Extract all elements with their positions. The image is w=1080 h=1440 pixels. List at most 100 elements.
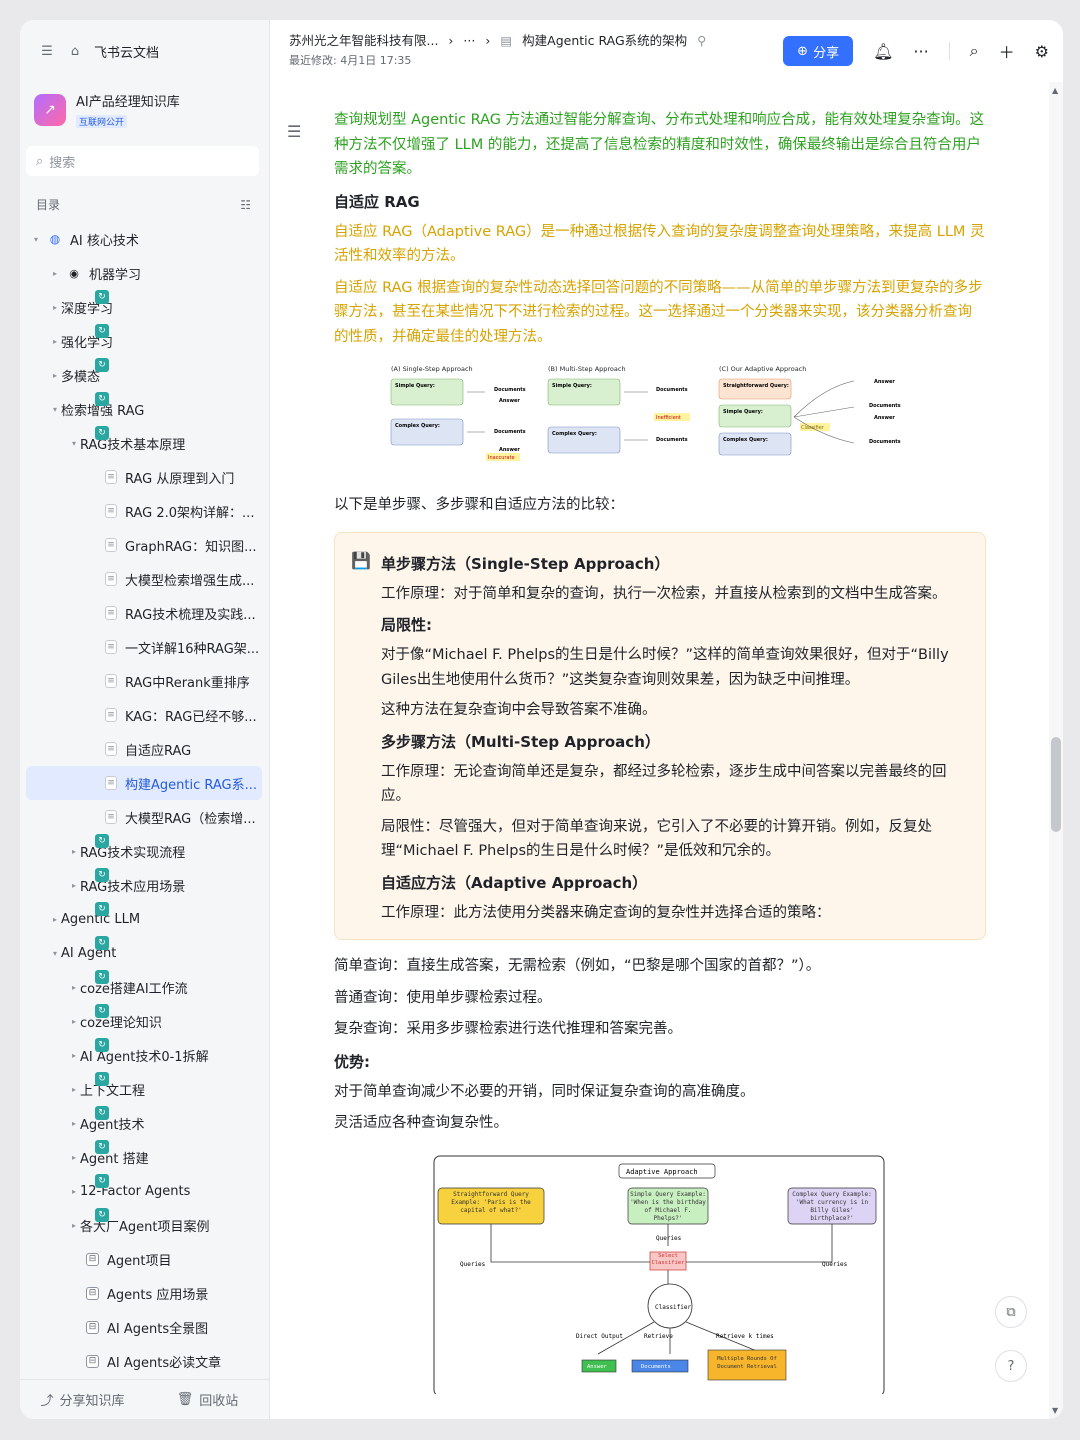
sidebar-item[interactable]: ▸ ↻ 12-Factor Agents [26, 1174, 262, 1208]
sidebar-item[interactable]: ≡ 自适应RAG [26, 732, 262, 766]
chevron-right-icon[interactable]: ▸ [49, 337, 61, 346]
sidebar-item[interactable]: ▸ ◉ 机器学习 [26, 256, 262, 290]
chevron-right-icon[interactable]: ▸ [68, 983, 80, 992]
sidebar-item[interactable]: ▾ ◍ AI 核心技术 [26, 222, 262, 256]
fig1-a-docs2: Documents [494, 429, 526, 435]
chevron-right-icon[interactable]: ▸ [68, 1221, 80, 1230]
sidebar-item[interactable]: ▸ ↻ coze搭建AI工作流 [26, 970, 262, 1004]
sidebar-item[interactable]: ▾ ↻ 检索增强 RAG [26, 392, 262, 426]
chevron-right-icon[interactable]: ▸ [49, 269, 61, 278]
document-content: ☰ 查询规划型 Agentic RAG 方法通过智能分解查询、分布式处理和响应合… [271, 82, 1049, 1419]
chevron-down-icon[interactable]: ▾ [49, 949, 61, 958]
chevron-right-icon: › [448, 33, 454, 48]
outline-icon[interactable]: ☰ [287, 122, 301, 141]
scrollbar-thumb[interactable] [1051, 737, 1061, 832]
comment-icon[interactable]: ⧉ [995, 1296, 1027, 1328]
kb-tag: 互联网公开 [76, 115, 128, 128]
breadcrumb-ellipsis[interactable]: ··· [463, 31, 475, 51]
page-icon: ≡ [105, 776, 117, 790]
page-icon: ≡ [105, 572, 117, 586]
sidebar-item[interactable]: ▾ ↻ AI Agent [26, 936, 262, 970]
sidebar-item[interactable]: ≡ RAG中Rerank重排序 [26, 664, 262, 698]
sidebar-item[interactable]: ▸ ↻ 各大厂Agent项目案例 [26, 1208, 262, 1242]
sidebar-item[interactable]: ≡ 大模型检索增强生成... [26, 562, 262, 596]
doc-title[interactable]: 构建Agentic RAG系统的架构 [522, 31, 687, 51]
fig1-a-docs1: Documents [494, 387, 526, 393]
chevron-right-icon[interactable]: ▸ [68, 847, 80, 856]
chevron-right-icon[interactable]: ▸ [68, 1017, 80, 1026]
gear-icon[interactable]: ⚙ [1035, 42, 1049, 61]
sidebar-item-label: AI 核心技术 [70, 233, 139, 249]
help-icon[interactable]: ? [995, 1350, 1027, 1382]
collapse-sidebar-icon[interactable]: ☰ [38, 42, 56, 60]
sidebar-item-label: 上下文工程 [80, 1083, 146, 1099]
plus-icon[interactable]: ＋ [999, 39, 1015, 63]
sidebar-item[interactable]: ▾ ↻ RAG技术基本原理 [26, 426, 262, 460]
chevron-down-icon[interactable]: ▾ [68, 439, 80, 448]
fig1-c-complex: Complex Query: [723, 437, 768, 443]
chevron-right-icon[interactable]: ▸ [49, 915, 61, 924]
fig1-a-ans2: Answer [499, 447, 520, 453]
heading-adaptive-rag: 自适应 RAG [334, 192, 420, 211]
sidebar-item[interactable]: ≡ 大模型RAG（检索增... [26, 800, 262, 834]
chevron-right-icon[interactable]: ▸ [68, 1187, 80, 1196]
callout-text: 局限性：尽管强大，但对于简单查询来说，它引入了不必要的计算开销。例如，反复处理“… [381, 818, 932, 860]
sidebar-item[interactable]: ▸ ↻ AI Agent技术0-1拆解 [26, 1038, 262, 1072]
sidebar-item[interactable]: ▸ ↻ coze理论知识 [26, 1004, 262, 1038]
sidebar-item[interactable]: ⊟ Agent项目 [26, 1242, 262, 1276]
fig1-c-simple: Simple Query: [723, 409, 763, 415]
chevron-right-icon[interactable]: ▸ [49, 303, 61, 312]
scroll-down-icon[interactable]: ▼ [1052, 1406, 1058, 1415]
sidebar-item[interactable]: ≡ 构建Agentic RAG系... [26, 766, 262, 800]
fig1-c-straight: Straightforward Query: [723, 383, 789, 389]
fig1-c-docs2: Documents [869, 439, 901, 445]
fig1-c-ans: Answer [874, 379, 895, 385]
search-icon[interactable]: ⌕ [970, 41, 979, 61]
share-kb-button[interactable]: ⤴ 分享知识库 [20, 1390, 145, 1409]
sidebar-item-label: 自适应RAG [125, 743, 192, 759]
chevron-right-icon[interactable]: ▸ [68, 1119, 80, 1128]
sidebar-item[interactable]: ▸ ↻ RAG技术应用场景 [26, 868, 262, 902]
sidebar-item[interactable]: ≡ KAG：RAG已经不够... [26, 698, 262, 732]
sidebar-item[interactable]: ▸ ↻ 上下文工程 [26, 1072, 262, 1106]
trash-icon: 🗑 [176, 1392, 194, 1407]
sidebar-item[interactable]: ▸ ↻ Agentic LLM [26, 902, 262, 936]
sidebar-item[interactable]: ≡ RAG技术梳理及实践... [26, 596, 262, 630]
sidebar-item[interactable]: ≡ 一文详解16种RAG架... [26, 630, 262, 664]
sidebar-item[interactable]: ⊟ Agents 应用场景 [26, 1276, 262, 1310]
chevron-down-icon[interactable]: ▾ [30, 235, 42, 244]
scrollbar[interactable]: ▲ ▼ [1049, 82, 1063, 1419]
sidebar-item[interactable]: ⊟ AI Agents全景图 [26, 1310, 262, 1344]
chevron-right-icon[interactable]: ▸ [68, 1085, 80, 1094]
chevron-right-icon[interactable]: ▸ [68, 1051, 80, 1060]
bell-icon[interactable]: 🔔︎ [873, 42, 893, 61]
knowledge-base-header[interactable]: ↗ AI产品经理知识库 互联网公开 [20, 82, 269, 132]
chevron-down-icon[interactable]: ▾ [49, 405, 61, 414]
sidebar-item[interactable]: ▸ ↻ Agent技术 [26, 1106, 262, 1140]
doc-icon: ↻ [95, 1106, 109, 1120]
share-button[interactable]: ⊕ 分享 [783, 36, 854, 66]
breadcrumb-org[interactable]: 苏州光之年智能科技有限... [289, 31, 438, 51]
sidebar-item[interactable]: ≡ GraphRAG：知识图... [26, 528, 262, 562]
sidebar-item[interactable]: ▸ ↻ 强化学习 [26, 324, 262, 358]
sidebar-item[interactable]: ≡ RAG 2.0架构详解：... [26, 494, 262, 528]
figure-adaptive-approach: Adaptive Approach Straightforward Query … [334, 1154, 986, 1398]
sidebar-item[interactable]: ▸ ↻ RAG技术实现流程 [26, 834, 262, 868]
scroll-up-icon[interactable]: ▲ [1052, 86, 1058, 95]
chevron-right-icon[interactable]: ▸ [68, 881, 80, 890]
pin-icon[interactable]: ⚲ [697, 31, 706, 51]
doc-icon: ↻ [95, 1174, 109, 1188]
home-icon[interactable]: ⌂ [66, 42, 84, 60]
sidebar-item[interactable]: ≡ RAG 从原理到入门 [26, 460, 262, 494]
sidebar-item[interactable]: ▸ ↻ 深度学习 [26, 290, 262, 324]
search-input[interactable]: ⌕ 搜索 [26, 146, 259, 176]
home-link[interactable]: 飞书云文档 [94, 42, 159, 61]
recycle-bin-button[interactable]: 🗑 回收站 [145, 1390, 270, 1409]
sidebar-item[interactable]: ▸ ↻ 多模态 [26, 358, 262, 392]
chevron-right-icon[interactable]: ▸ [49, 371, 61, 380]
more-icon[interactable]: ··· [913, 42, 928, 61]
chevron-right-icon[interactable]: ▸ [68, 1153, 80, 1162]
sidebar-item[interactable]: ▸ ↻ Agent 搭建 [26, 1140, 262, 1174]
toc-list-icon[interactable]: ☷ [240, 198, 251, 212]
sidebar-item[interactable]: ⊟ AI Agents必读文章 [26, 1344, 262, 1378]
